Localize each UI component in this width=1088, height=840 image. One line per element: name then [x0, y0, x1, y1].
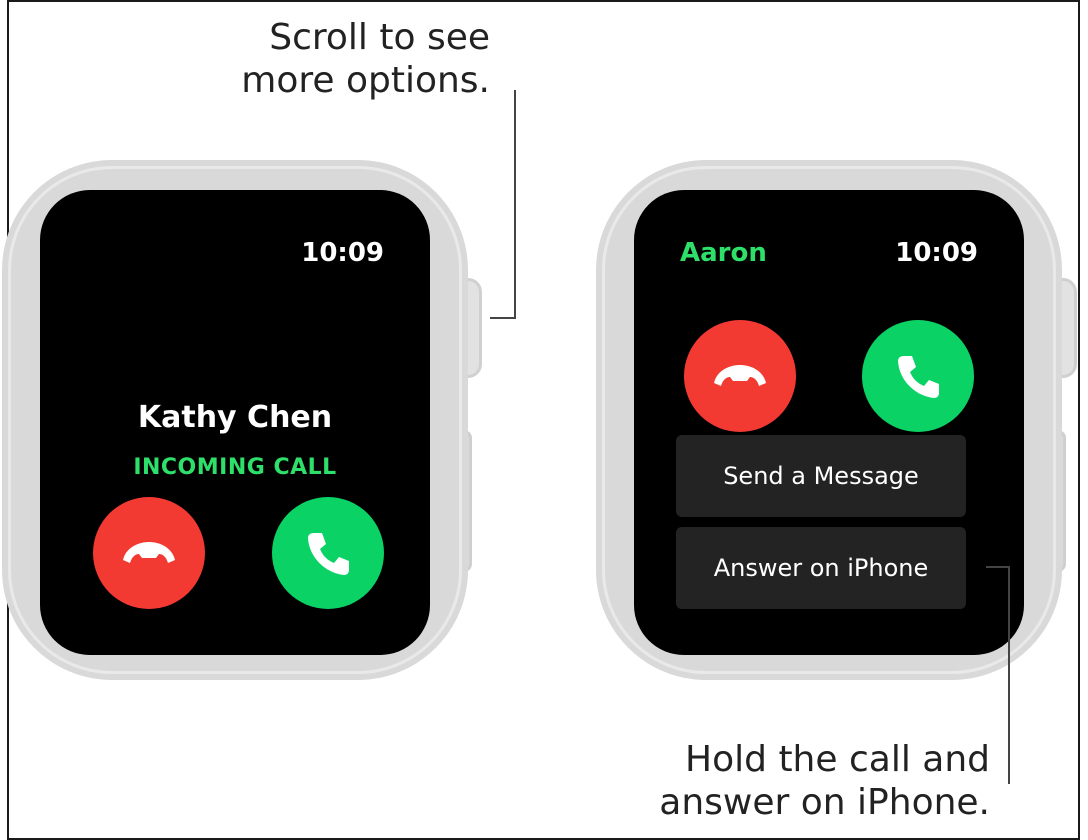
decline-call-button-2[interactable]	[684, 320, 796, 432]
caller-name: Kathy Chen	[137, 400, 333, 435]
hold-leader-vertical	[1008, 566, 1010, 784]
watch-case-options: Aaron 10:09 Send a Message Answer on iPh…	[596, 160, 1062, 680]
answer-call-button[interactable]	[272, 497, 384, 609]
hold-caption-line-1: Hold the call and	[685, 739, 990, 780]
send-message-button[interactable]: Send a Message	[676, 435, 966, 517]
scroll-leader-horizontal	[490, 317, 516, 319]
scroll-caption-line-2: more options.	[241, 60, 490, 101]
scroll-leader-vertical	[514, 90, 516, 318]
scroll-caption-line-1: Scroll to see	[269, 17, 490, 58]
hold-caption: Hold the call and answer on iPhone.	[659, 738, 990, 824]
watch-screen-incoming: 10:09 Kathy Chen INCOMING CALL	[40, 190, 430, 655]
phone-answer-icon	[308, 533, 349, 575]
watch-case-incoming: 10:09 Kathy Chen INCOMING CALL	[2, 160, 468, 680]
contact-name: Aaron	[680, 238, 767, 268]
answer-call-button-2[interactable]	[862, 320, 974, 432]
watch-screen-options: Aaron 10:09 Send a Message Answer on iPh…	[634, 190, 1024, 655]
phone-answer-icon	[898, 356, 939, 398]
decline-call-button[interactable]	[93, 497, 205, 609]
hold-caption-line-2: answer on iPhone.	[659, 782, 990, 823]
hold-leader-horizontal	[986, 566, 1010, 568]
watch-clock: 10:09	[301, 238, 384, 268]
phone-hangup-icon	[123, 542, 175, 563]
phone-hangup-icon	[714, 365, 766, 386]
scroll-caption: Scroll to see more options.	[241, 16, 490, 102]
watch-clock-2: 10:09	[895, 238, 978, 268]
call-status: INCOMING CALL	[133, 455, 337, 480]
answer-on-iphone-button[interactable]: Answer on iPhone	[676, 527, 966, 609]
